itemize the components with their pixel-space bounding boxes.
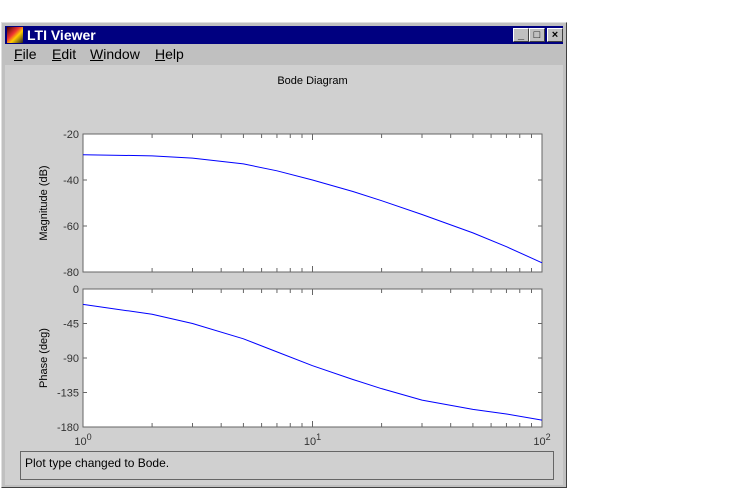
phase-ylabel: Phase (deg) [38, 328, 50, 388]
magnitude-axes [82, 133, 543, 273]
phase-ytick-label: -180 [57, 422, 79, 434]
figure-area: Bode Diagram -20 -40 -60 -80 Magnitude (dB) 0 -… [5, 65, 563, 485]
phase-ytick-label: -135 [57, 388, 79, 400]
minimize-button[interactable]: _ [513, 28, 529, 42]
close-button[interactable]: × [547, 28, 563, 42]
phase-ytick-label: -90 [63, 353, 79, 365]
menu-file[interactable]: File [14, 45, 37, 64]
matlab-logo-icon [7, 27, 23, 43]
magnitude-ytick-label: -20 [63, 129, 79, 141]
menu-help[interactable]: Help [155, 45, 184, 64]
phase-ytick-label: -45 [63, 319, 79, 331]
magnitude-ylabel: Magnitude (dB) [38, 165, 50, 240]
title-bar[interactable]: LTI Viewer _ □ × [5, 26, 563, 44]
lti-viewer-window: LTI Viewer _ □ × File Edit Window Help B… [1, 22, 567, 488]
menu-edit[interactable]: Edit [52, 45, 76, 64]
magnitude-ytick-label: -80 [63, 267, 79, 279]
chart-title: Bode Diagram [277, 75, 347, 87]
xtick-label: 101 [304, 432, 321, 448]
magnitude-ytick-label: -40 [63, 175, 79, 187]
xtick-label: 102 [533, 432, 550, 448]
magnitude-ytick-label: -60 [63, 221, 79, 233]
phase-axes [82, 288, 543, 428]
bode-plot: Bode Diagram -20 -40 -60 -80 Magnitude (dB) 0 -… [38, 75, 551, 467]
phase-ytick-label: 0 [73, 284, 79, 296]
window-title: LTI Viewer [27, 27, 96, 43]
xtick-label: 100 [74, 432, 91, 448]
status-bar: Plot type changed to Bode. [20, 451, 554, 480]
maximize-button[interactable]: □ [529, 28, 545, 42]
menu-window[interactable]: Window [90, 45, 140, 64]
